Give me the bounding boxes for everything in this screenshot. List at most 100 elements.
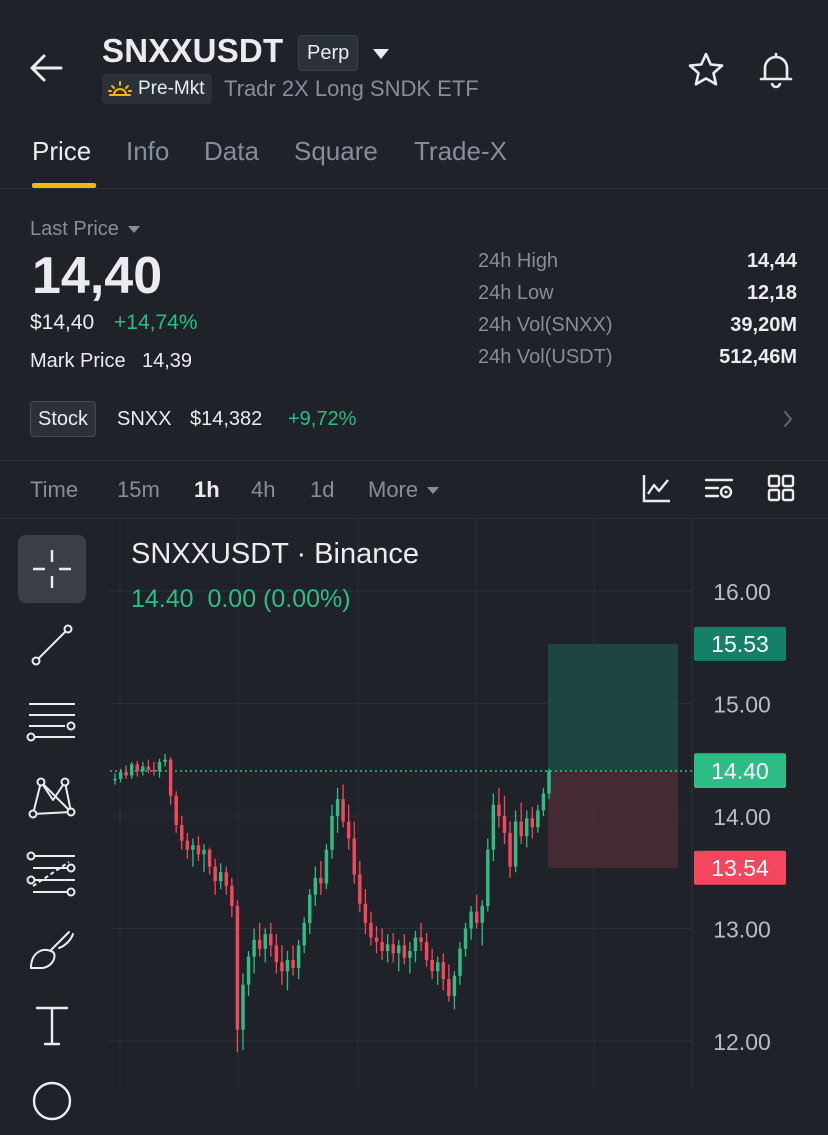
candle bbox=[263, 928, 267, 963]
stat-label-24h-vol-quote: 24h Vol(USDT) bbox=[478, 346, 613, 368]
candle-body bbox=[224, 872, 229, 886]
candle bbox=[224, 866, 229, 895]
candle-body bbox=[402, 945, 407, 958]
price-tag: 13.54 bbox=[694, 850, 786, 885]
candle bbox=[152, 762, 156, 776]
candle bbox=[230, 877, 234, 918]
candle-body bbox=[536, 810, 540, 828]
candle bbox=[335, 787, 340, 833]
candle-body bbox=[352, 838, 356, 875]
tab-trade-x[interactable]: Trade-X bbox=[414, 136, 507, 167]
interval-1h[interactable]: 1h bbox=[194, 477, 220, 503]
interval-4h[interactable]: 4h bbox=[251, 477, 275, 503]
fibonacci-tool[interactable] bbox=[18, 839, 86, 907]
indicators-button[interactable] bbox=[641, 472, 675, 506]
candle-body bbox=[346, 821, 351, 839]
stock-ticker[interactable]: SNXX bbox=[117, 408, 171, 431]
stock-price: $14,382 bbox=[190, 408, 263, 430]
chart-settings-button[interactable] bbox=[703, 472, 737, 506]
candle bbox=[146, 759, 151, 774]
tab-price[interactable]: Price bbox=[32, 136, 91, 167]
symbol-title[interactable]: SNXXUSDT bbox=[102, 32, 283, 70]
candle-body bbox=[447, 979, 451, 996]
horizontal-lines-tool[interactable] bbox=[18, 687, 86, 755]
candle-body bbox=[257, 939, 262, 949]
bell-icon bbox=[759, 52, 793, 89]
candle bbox=[113, 773, 117, 785]
more-drawing-tool[interactable] bbox=[18, 1067, 86, 1135]
candle bbox=[157, 758, 162, 778]
layout-grid-button[interactable] bbox=[765, 472, 799, 506]
candle bbox=[185, 832, 190, 859]
candle-body bbox=[135, 764, 139, 771]
trend-line-tool[interactable] bbox=[18, 611, 86, 679]
interval-more[interactable]: More bbox=[368, 477, 440, 503]
candle-body bbox=[408, 951, 412, 958]
chevron-down-icon bbox=[427, 486, 440, 494]
interval-time[interactable]: Time bbox=[30, 477, 78, 503]
stock-badge: Stock bbox=[30, 401, 97, 437]
brush-tool[interactable] bbox=[18, 915, 86, 983]
last-price-selector[interactable]: Last Price bbox=[30, 218, 141, 241]
candle bbox=[280, 945, 284, 985]
symbol-dropdown[interactable] bbox=[372, 47, 390, 65]
fibonacci-icon bbox=[26, 851, 76, 897]
candle bbox=[213, 858, 217, 895]
candle bbox=[274, 934, 279, 974]
crosshair-tool[interactable] bbox=[18, 535, 86, 603]
interval-more-label: More bbox=[368, 477, 419, 502]
candle bbox=[530, 807, 535, 839]
take-profit-zone bbox=[548, 643, 678, 771]
candle bbox=[246, 951, 251, 996]
candle bbox=[380, 928, 384, 960]
candle-body bbox=[218, 872, 223, 882]
tab-data[interactable]: Data bbox=[204, 136, 259, 167]
candle bbox=[330, 804, 334, 859]
stat-value-24h-high: 14,44 bbox=[746, 250, 797, 272]
candle bbox=[458, 942, 462, 985]
chevron-right-icon bbox=[784, 411, 793, 427]
candlestick-chart[interactable]: 16.0015.0014.0013.0012.0015.5314.4114.40… bbox=[0, 519, 828, 1088]
tab-square[interactable]: Square bbox=[294, 136, 378, 167]
candle-body bbox=[385, 944, 390, 951]
price-tag: 15.53 bbox=[694, 626, 786, 661]
tab-info[interactable]: Info bbox=[126, 136, 169, 167]
candle-body bbox=[480, 906, 484, 923]
chart-area[interactable]: 16.0015.0014.0013.0012.0015.5314.4114.40… bbox=[0, 519, 828, 1121]
candle-body bbox=[469, 911, 473, 929]
candle bbox=[369, 911, 373, 946]
candle-body bbox=[124, 772, 128, 776]
stop-loss-zone bbox=[548, 771, 678, 868]
candle bbox=[508, 821, 512, 878]
settings-sliders-icon bbox=[704, 478, 734, 499]
candle bbox=[491, 793, 496, 861]
stock-detail-link[interactable] bbox=[782, 410, 794, 433]
back-button[interactable] bbox=[28, 50, 72, 90]
candle-body bbox=[547, 771, 551, 794]
text-tool[interactable] bbox=[18, 991, 86, 1059]
y-tick-label: 13.00 bbox=[713, 917, 771, 943]
alert-button[interactable] bbox=[756, 50, 800, 94]
candle-body bbox=[341, 799, 345, 822]
chart-indicator-icon bbox=[642, 475, 670, 503]
interval-1d[interactable]: 1d bbox=[310, 477, 334, 503]
candle-body bbox=[230, 885, 234, 906]
candle-body bbox=[202, 849, 206, 855]
candle-body bbox=[146, 766, 151, 770]
pattern-tool[interactable] bbox=[18, 763, 86, 831]
candle bbox=[486, 838, 490, 912]
candle bbox=[252, 928, 256, 974]
candle-body bbox=[141, 766, 145, 771]
interval-15m[interactable]: 15m bbox=[117, 477, 160, 503]
y-tick-label: 12.00 bbox=[713, 1029, 771, 1055]
candle bbox=[419, 922, 423, 951]
candle bbox=[296, 939, 301, 980]
candle bbox=[352, 821, 356, 884]
stat-label-24h-vol-base: 24h Vol(SNXX) bbox=[478, 314, 613, 336]
candle-body bbox=[185, 840, 190, 850]
candle bbox=[424, 933, 429, 967]
candle bbox=[163, 754, 167, 767]
candle bbox=[202, 844, 206, 873]
mark-price-label: Mark Price bbox=[30, 350, 126, 372]
favorite-button[interactable] bbox=[686, 50, 730, 94]
